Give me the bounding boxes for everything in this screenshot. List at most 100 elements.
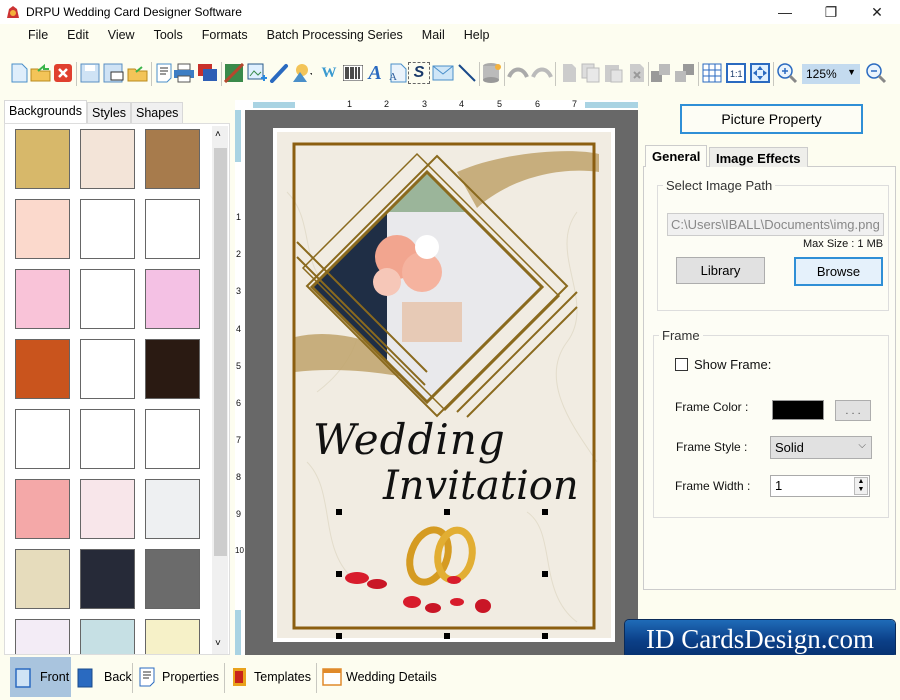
background-thumbnail-embroidery[interactable] — [80, 549, 135, 609]
layers-icon[interactable] — [197, 62, 219, 84]
word-art-icon[interactable]: A — [386, 62, 408, 84]
cut-icon[interactable] — [557, 62, 579, 84]
print-icon[interactable] — [173, 62, 195, 84]
menu-view[interactable]: View — [98, 28, 144, 42]
background-thumbnail-yellow-border[interactable] — [145, 619, 200, 654]
zoom-in-icon[interactable] — [776, 62, 798, 84]
tab-general[interactable]: General — [645, 145, 708, 167]
menu-formats[interactable]: Formats — [192, 28, 257, 42]
open-icon[interactable] — [30, 62, 52, 84]
background-thumbnail-purple-flowers[interactable] — [15, 619, 70, 654]
open-folder-icon[interactable] — [127, 62, 149, 84]
background-thumbnail-brown-tiles[interactable] — [145, 129, 200, 189]
resize-handle[interactable] — [542, 633, 548, 639]
resize-handle[interactable] — [444, 633, 450, 639]
background-thumbnail-ganesha-orange[interactable] — [15, 339, 70, 399]
wedding-details-button[interactable]: Wedding Details — [322, 657, 437, 697]
wedding-card[interactable]: Wedding Invitation — [273, 128, 615, 642]
close-button[interactable]: ✕ — [854, 0, 900, 24]
shapes-icon[interactable] — [290, 62, 312, 84]
properties-icon[interactable] — [153, 62, 175, 84]
signature-icon[interactable]: S — [408, 62, 430, 84]
new-icon[interactable] — [8, 62, 30, 84]
background-thumbnail-pink-swirls[interactable] — [145, 269, 200, 329]
text-icon[interactable]: A — [364, 62, 386, 84]
fit-window-icon[interactable] — [749, 62, 771, 84]
frame-width-stepper[interactable]: ▲ ▼ — [854, 477, 868, 495]
properties-button[interactable]: Properties — [138, 657, 219, 697]
back-view-button[interactable]: Back — [74, 657, 132, 697]
bring-front-icon[interactable] — [650, 62, 672, 84]
background-thumbnail-heart-outlines[interactable] — [80, 199, 135, 259]
scroll-down-icon[interactable]: ˅ — [215, 638, 221, 649]
save-icon[interactable] — [79, 62, 101, 84]
browse-button[interactable]: Browse — [794, 257, 883, 286]
zoom-level-select[interactable]: 125% ▼ — [802, 64, 860, 84]
line-icon[interactable] — [456, 62, 478, 84]
background-thumbnail-light-pink-lace[interactable] — [80, 479, 135, 539]
delete-icon[interactable] — [626, 62, 648, 84]
barcode-icon[interactable] — [342, 62, 364, 84]
background-thumbnail-red-hearts[interactable] — [15, 479, 70, 539]
show-frame-checkbox[interactable] — [675, 358, 688, 371]
zoom-out-icon[interactable] — [865, 62, 887, 84]
tab-shapes[interactable]: Shapes — [131, 102, 184, 124]
background-thumbnail-couples[interactable] — [80, 269, 135, 329]
background-thumbnail-rose-petals[interactable] — [80, 409, 135, 469]
color-picker-button[interactable]: . . . — [835, 400, 871, 421]
undo-icon[interactable] — [507, 62, 529, 84]
card-title-line2[interactable]: Invitation — [383, 463, 579, 509]
background-thumbnail-pink-flowers[interactable] — [15, 199, 70, 259]
menu-edit[interactable]: Edit — [57, 28, 98, 42]
background-thumbnail-black-floral[interactable] — [145, 339, 200, 399]
menu-batch-processing[interactable]: Batch Processing Series — [257, 28, 412, 42]
send-back-icon[interactable] — [674, 62, 696, 84]
card-title-line1[interactable]: Wedding — [313, 415, 506, 464]
background-thumbnail-blue-dots[interactable] — [80, 619, 135, 654]
frame-width-input[interactable]: 1 ▲ ▼ — [770, 475, 870, 497]
background-thumbnail-paisley[interactable] — [80, 129, 135, 189]
copy-icon[interactable] — [580, 62, 602, 84]
menu-file[interactable]: File — [18, 28, 57, 42]
grid-icon[interactable] — [701, 62, 723, 84]
background-thumbnail-elephant-head[interactable] — [80, 339, 135, 399]
scrollbar-thumb[interactable] — [214, 148, 227, 556]
front-view-button[interactable]: Front — [10, 657, 71, 697]
resize-handle[interactable] — [542, 571, 548, 577]
background-thumbnail-pink-hearts[interactable] — [15, 269, 70, 329]
tab-backgrounds[interactable]: Backgrounds — [4, 100, 87, 124]
mail-icon[interactable] — [432, 62, 454, 84]
close-doc-icon[interactable] — [52, 62, 74, 84]
resize-handle[interactable] — [336, 509, 342, 515]
image-path-input[interactable]: C:\Users\IBALL\Documents\img.png — [667, 213, 884, 236]
background-thumbnail-grey-lace[interactable] — [145, 549, 200, 609]
background-thumbnail-white-rose[interactable] — [15, 549, 70, 609]
frame-style-select[interactable]: Solid ⌵ — [770, 436, 872, 459]
menu-mail[interactable]: Mail — [412, 28, 454, 42]
background-thumbnail-mandala[interactable] — [145, 479, 200, 539]
minimize-button[interactable]: — — [762, 0, 808, 24]
library-button[interactable]: Library — [676, 257, 765, 284]
background-thumbnail-crescent-star[interactable] — [145, 409, 200, 469]
insert-image-icon[interactable] — [246, 62, 268, 84]
frame-color-swatch[interactable] — [772, 400, 824, 420]
menu-tools[interactable]: Tools — [144, 28, 192, 42]
resize-handle[interactable] — [444, 509, 450, 515]
background-thumbnail-golden-floral[interactable] — [15, 129, 70, 189]
paste-icon[interactable] — [603, 62, 625, 84]
database-icon[interactable] — [481, 62, 503, 84]
background-icon[interactable] — [223, 62, 245, 84]
background-thumbnail-green-leaf[interactable] — [15, 409, 70, 469]
redo-icon[interactable] — [531, 62, 553, 84]
templates-button[interactable]: Templates — [232, 657, 311, 697]
background-thumbnail-temple[interactable] — [145, 199, 200, 259]
actual-size-icon[interactable]: 1:1 — [725, 62, 747, 84]
resize-handle[interactable] — [542, 509, 548, 515]
pen-icon[interactable] — [268, 62, 290, 84]
watermark-icon[interactable]: W — [318, 62, 340, 84]
gallery-scrollbar[interactable]: ˄ ˅ — [212, 126, 228, 654]
resize-handle[interactable] — [336, 633, 342, 639]
resize-handle[interactable] — [336, 571, 342, 577]
restore-button[interactable]: ❐ — [808, 0, 854, 24]
save-as-icon[interactable] — [103, 62, 125, 84]
